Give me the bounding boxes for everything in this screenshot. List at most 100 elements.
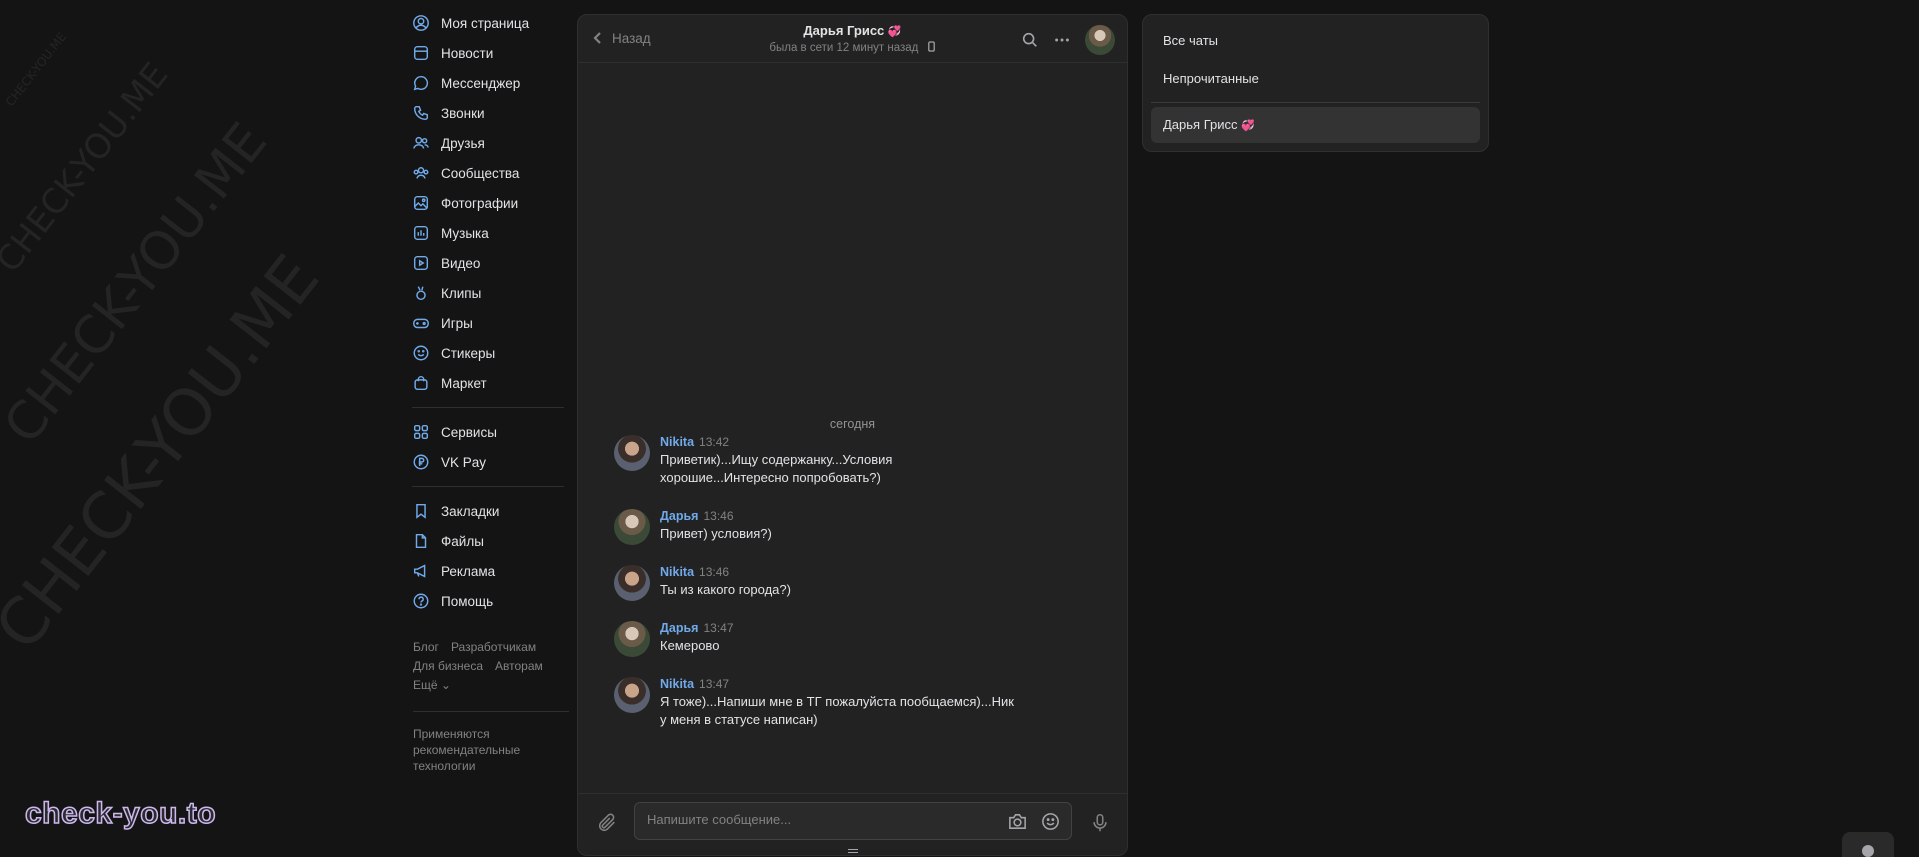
gamepad-icon [412,314,430,332]
avatar[interactable] [614,621,650,657]
nav-item-music[interactable]: Музыка [412,218,564,248]
active-chat-name: Дарья Грисс [1163,117,1238,132]
message-author[interactable]: Дарья [660,621,698,635]
message-time: 13:47 [699,677,730,691]
nav-item-communities[interactable]: Сообщества [412,158,564,188]
chat-folders-panel: Все чаты Непрочитанные Дарья Грисс 💞 [1142,14,1489,152]
message-author[interactable]: Nikita [660,435,694,449]
nav-item-help[interactable]: Помощь [412,586,564,616]
nav-label: Сервисы [441,424,497,440]
message-author[interactable]: Дарья [660,509,698,523]
nav-item-video[interactable]: Видео [412,248,564,278]
megaphone-icon [412,562,430,580]
nav-item-vkpay[interactable]: VK Pay [412,447,564,477]
avatar[interactable] [614,509,650,545]
peer-status: была в сети 12 минут назад [769,42,919,54]
nav-item-market[interactable]: Маркет [412,368,564,398]
ruble-icon [412,453,430,471]
nav-item-services[interactable]: Сервисы [412,417,564,447]
nav-divider [412,407,564,408]
message-text: Я тоже)...Напиши мне в ТГ пожалуйста поо… [660,694,1014,727]
message: Nikita 13:47 Я тоже)...Напиши мне в ТГ по… [614,677,1020,729]
message-author[interactable]: Nikita [660,565,694,579]
nav-label: Друзья [441,135,485,151]
nav-label: Фотографии [441,195,519,211]
nav-item-files[interactable]: Файлы [412,526,564,556]
nav-label: Новости [441,45,494,61]
user-circle-icon [412,14,430,32]
message-time: 13:47 [703,621,734,635]
nav-item-calls[interactable]: Звонки [412,98,564,128]
nav-item-ads[interactable]: Реклама [412,556,564,586]
folder-all-chats[interactable]: Все чаты [1163,33,1218,48]
watermark: CHECK-YOU.ME [0,242,334,665]
message-text: Привет) условия?) [660,526,772,541]
footer-link-authors[interactable]: Авторам [495,659,543,673]
nav-label: Сообщества [441,165,520,181]
nav-label: Помощь [441,593,494,609]
folder-unread[interactable]: Непрочитанные [1163,71,1259,86]
footer-divider [413,711,569,712]
nav-label: Закладки [441,503,500,519]
nav-item-news[interactable]: Новости [412,38,564,68]
more-icon[interactable] [1053,31,1071,49]
clips-icon [412,284,430,302]
nav-label: Мессенджер [441,75,521,91]
message-composer [578,793,1127,855]
help-icon [412,592,430,610]
resize-handle[interactable] [848,849,858,853]
avatar[interactable] [614,565,650,601]
message: Дарья 13:47 Кемерово [614,621,734,657]
footer-link-developers[interactable]: Разработчикам [451,640,536,654]
camera-icon[interactable] [1007,811,1028,832]
nav-label: Клипы [441,285,482,301]
smile-icon [412,344,430,362]
microphone-icon [1093,813,1107,832]
nav-item-games[interactable]: Игры [412,308,564,338]
folder-divider [1151,102,1480,103]
chat-panel: Назад Дарья Грисс 💞 была в сети 12 минут… [577,14,1128,856]
grid-icon [412,423,430,441]
footer-link-business[interactable]: Для бизнеса [413,659,483,673]
nav-label: Моя страница [441,15,530,31]
left-nav: Моя страница Новости Мессенджер Звонки Д… [412,8,564,616]
attach-button[interactable] [596,812,618,839]
nav-item-clips[interactable]: Клипы [412,278,564,308]
avatar[interactable] [614,677,650,713]
music-icon [412,224,430,242]
nav-item-bookmarks[interactable]: Закладки [412,496,564,526]
emoji-icon[interactable] [1040,811,1061,832]
voice-record-button[interactable] [1089,812,1111,839]
mobile-icon [927,41,935,52]
floating-button[interactable] [1842,832,1894,857]
folder-active-chat[interactable]: Дарья Грисс 💞 [1151,107,1480,143]
friends-icon [412,134,430,152]
nav-label: Файлы [441,533,484,549]
search-icon[interactable] [1021,31,1039,49]
avatar[interactable] [614,435,650,471]
message-text: Кемерово [660,638,720,653]
nav-item-my-page[interactable]: Моя страница [412,8,564,38]
nav-item-photos[interactable]: Фотографии [412,188,564,218]
footer-links: Блог Разработчикам Для бизнеса Авторам Ещё… [413,638,563,695]
footer-link-blog[interactable]: Блог [413,640,439,654]
nav-item-friends[interactable]: Друзья [412,128,564,158]
message-input-box[interactable] [634,802,1072,840]
message-text: Приветик)...Ищу содержанку...Условия хор… [660,452,893,485]
footer-link-more[interactable]: Ещё ⌄ [413,678,451,692]
nav-label: Музыка [441,225,489,241]
nav-label: Стикеры [441,345,496,361]
message-icon [412,74,430,92]
peer-avatar[interactable] [1085,25,1115,55]
nav-item-stickers[interactable]: Стикеры [412,338,564,368]
message-input[interactable] [647,812,977,827]
message-author[interactable]: Nikita [660,677,694,691]
bookmark-icon [412,502,430,520]
dot-icon [1862,845,1874,857]
heart-emoji: 💞 [1241,120,1255,132]
news-icon [412,44,430,62]
peer-name: Дарья Грисс [803,23,885,38]
nav-item-messenger[interactable]: Мессенджер [412,68,564,98]
nav-label: Реклама [441,563,496,579]
nav-label: Игры [441,315,473,331]
